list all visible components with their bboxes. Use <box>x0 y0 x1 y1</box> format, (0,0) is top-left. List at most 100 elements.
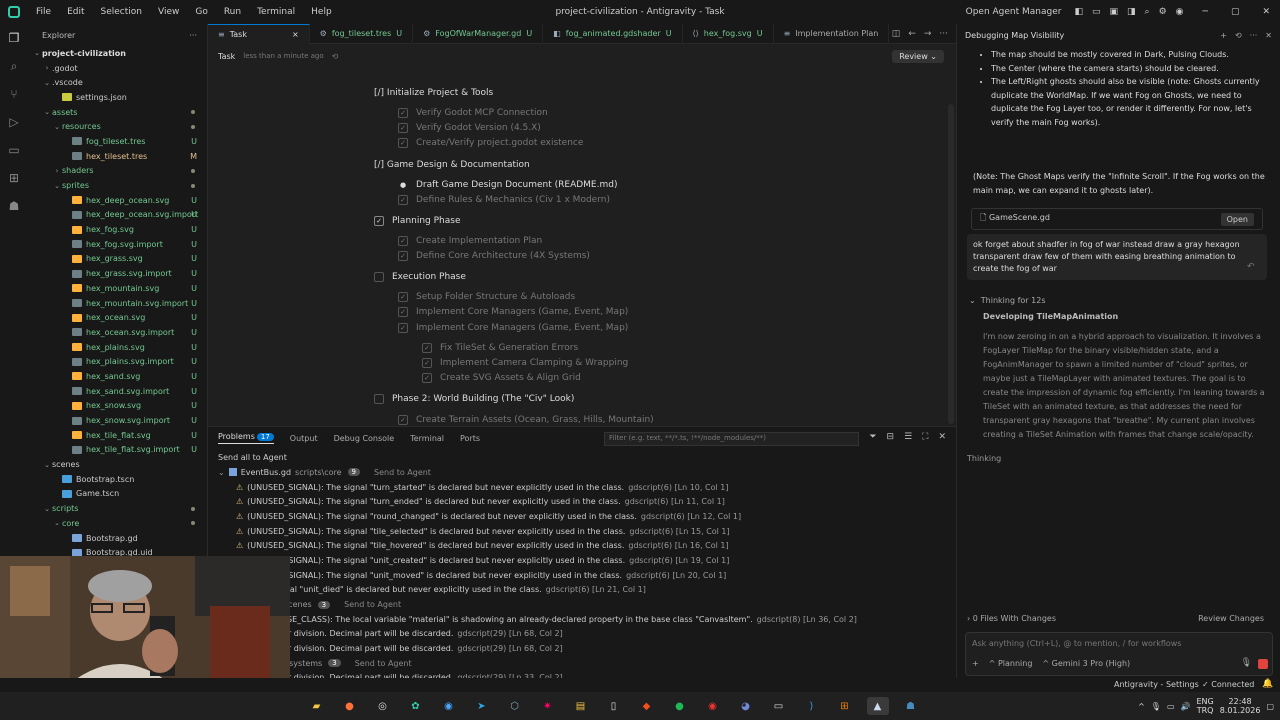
panel-tab-debug-console[interactable]: Debug Console <box>334 434 395 443</box>
checkbox[interactable] <box>374 272 384 282</box>
problem-row[interactable]: DIVISION): Integer division. Decimal par… <box>218 641 956 656</box>
menu-selection[interactable]: Selection <box>93 7 150 17</box>
microphone-icon[interactable]: 🎙 <box>1241 658 1252 668</box>
notifications-icon[interactable]: 🔔 <box>1262 679 1273 689</box>
panel-tab-ports[interactable]: Ports <box>460 434 480 443</box>
chat-input[interactable]: Ask anything (Ctrl+L), @ to mention, / f… <box>965 632 1273 676</box>
problem-row[interactable]: SIGNAL): The signal "unit_died" is decla… <box>218 583 956 598</box>
folder-item[interactable]: ⌄ scenes <box>28 457 207 472</box>
thinking-toggle[interactable]: ⌄ Thinking for 12s <box>969 296 1045 305</box>
close-tab-icon[interactable]: × <box>292 30 299 39</box>
layout-secondary-icon[interactable]: ◨ <box>1127 7 1136 17</box>
problem-row[interactable]: ED_VARIABLE_BASE_CLASS): The local varia… <box>218 612 956 627</box>
menu-go[interactable]: Go <box>187 7 215 17</box>
file-explorer-icon[interactable]: ▰ <box>306 697 328 715</box>
file-card[interactable]: 🗋 GameScene.gd Open <box>971 208 1263 230</box>
panel-tab-problems[interactable]: Problems 17 <box>218 432 274 444</box>
send-all-button[interactable]: Send all to Agent <box>208 449 956 465</box>
menu-view[interactable]: View <box>150 7 187 17</box>
godot-app-icon[interactable]: ⬡ <box>504 697 526 715</box>
godot-icon[interactable]: ☗ <box>0 192 28 220</box>
problem-row[interactable]: ⚠ (UNUSED_SIGNAL): The signal "tile_hover… <box>218 538 956 553</box>
remote-explorer-icon[interactable]: ▭ <box>0 136 28 164</box>
layout-panel-icon[interactable]: ▭ <box>1092 7 1101 17</box>
folder-item[interactable]: ⌄ .vscode <box>28 75 207 90</box>
task-item[interactable]: ✓ Implement Core Managers (Game, Event, M… <box>398 307 628 317</box>
tab-file[interactable]: ⚙ FogOfWarManager.gd U <box>413 23 544 44</box>
task-item[interactable]: ✓ Define Core Architecture (4X Systems) <box>398 251 590 261</box>
tray-chevron-icon[interactable]: ^ <box>1138 702 1145 711</box>
layout-editor-icon[interactable]: ▣ <box>1110 7 1119 17</box>
task-item[interactable]: ✓ Implement Core Managers (Game, Event, M… <box>398 323 628 333</box>
checkbox[interactable]: ✓ <box>398 108 408 118</box>
source-control-icon[interactable]: ⑂ <box>0 80 28 108</box>
task-item[interactable]: [/] Initialize Project & Tools <box>374 88 493 98</box>
task-item[interactable]: ✓ Create Terrain Assets (Ocean, Grass, Hi… <box>398 415 654 425</box>
task-item[interactable]: ✓ Verify Godot MCP Connection <box>398 108 548 118</box>
problem-row[interactable]: ⚠ (UNUSED_SIGNAL): The signal "round_chan… <box>218 509 956 524</box>
stop-button[interactable] <box>1258 659 1268 669</box>
task-item[interactable]: ● Draft Game Design Document (README.md) <box>398 180 618 190</box>
checkbox[interactable]: ✓ <box>398 307 408 317</box>
more-actions-icon[interactable]: ··· <box>939 29 948 39</box>
history-icon[interactable]: ⟲ <box>332 52 339 61</box>
menu-run[interactable]: Run <box>216 7 249 17</box>
problems-filter-input[interactable]: Filter (e.g. text, **/*.ts, !**/node_mod… <box>604 432 859 446</box>
mic-tray-icon[interactable]: 🎙 <box>1151 702 1161 711</box>
problem-row[interactable]: ⚠ (UNUSED_SIGNAL): The signal "turn_ended… <box>218 494 956 509</box>
network-icon[interactable]: ▭ <box>1167 702 1175 711</box>
chrome-icon[interactable]: ◉ <box>702 697 724 715</box>
problem-row[interactable]: DIVISION): Integer division. Decimal par… <box>218 627 956 642</box>
open-file-button[interactable]: Open <box>1220 212 1254 226</box>
problem-file-row[interactable]: ⌄gdscripts\scenes3Send to Agent <box>218 597 956 612</box>
send-to-agent-button[interactable]: Send to Agent <box>344 600 401 609</box>
nav-forward-icon[interactable]: → <box>924 29 932 39</box>
account-icon[interactable]: ◉ <box>1176 7 1184 17</box>
maximize-panel-icon[interactable]: ⛶ <box>922 432 928 442</box>
problem-file-row[interactable]: ⌄r.gdscripts\systems3Send to Agent <box>218 656 956 671</box>
settings-status[interactable]: Antigravity - Settings <box>1114 680 1199 689</box>
affinity-icon[interactable]: ✷ <box>537 697 559 715</box>
file-item[interactable]: hex_mountain.svg.import U <box>28 296 207 311</box>
file-item[interactable]: fog_tileset.tres U <box>28 134 207 149</box>
firefox-icon[interactable]: ● <box>339 697 361 715</box>
panel-tab-output[interactable]: Output <box>290 434 318 443</box>
minimize-icon[interactable]: ─ <box>1203 7 1208 17</box>
tab-file[interactable]: ◧ fog_animated.gdshader U <box>543 23 683 44</box>
antigravity-icon[interactable]: ▲ <box>866 697 889 715</box>
menu-terminal[interactable]: Terminal <box>249 7 303 17</box>
blue-app-icon[interactable]: ◉ <box>438 697 460 715</box>
checkbox[interactable]: ✓ <box>398 251 408 261</box>
problem-row[interactable]: ⚠ (UNUSED_SIGNAL): The signal "tile_selec… <box>218 524 956 539</box>
task-item[interactable]: Phase 2: World Building (The "Civ" Look) <box>374 394 574 404</box>
tab-task[interactable]: ≡ Task × <box>208 23 310 44</box>
file-item[interactable]: hex_sand.svg.import U <box>28 384 207 399</box>
menu-file[interactable]: File <box>28 7 59 17</box>
file-item[interactable]: hex_grass.svg.import U <box>28 266 207 281</box>
open-agent-manager-button[interactable]: Open Agent Manager <box>966 7 1062 17</box>
file-item[interactable]: Game.tscn <box>28 487 207 502</box>
maximize-icon[interactable]: ▢ <box>1231 7 1240 17</box>
task-item[interactable]: ✓ Fix TileSet & Generation Errors <box>422 343 578 353</box>
file-item[interactable]: hex_fog.svg U <box>28 222 207 237</box>
file-item[interactable]: Bootstrap.gd <box>28 531 207 546</box>
checkbox[interactable]: ✓ <box>374 216 384 226</box>
godot-engine-icon[interactable]: ☗ <box>900 697 922 715</box>
volume-icon[interactable]: 🔊 <box>1181 702 1191 711</box>
spotify-icon[interactable]: ● <box>669 697 691 715</box>
folder-item[interactable]: ⌄ resources <box>28 119 207 134</box>
file-item[interactable]: Bootstrap.tscn <box>28 472 207 487</box>
in-progress-checkbox[interactable]: ● <box>398 180 408 190</box>
mode-select[interactable]: ^ Planning <box>989 659 1033 668</box>
checkbox[interactable]: ✓ <box>422 343 432 353</box>
file-item[interactable]: hex_fog.svg.import U <box>28 237 207 252</box>
file-item[interactable]: hex_mountain.svg U <box>28 281 207 296</box>
close-panel-icon[interactable]: ✕ <box>938 432 946 442</box>
send-to-agent-button[interactable]: Send to Agent <box>355 659 412 668</box>
more-actions-icon[interactable]: ··· <box>189 31 197 40</box>
file-item[interactable]: hex_sand.svg U <box>28 369 207 384</box>
folder-item[interactable]: › .godot <box>28 61 207 76</box>
file-item[interactable]: hex_grass.svg U <box>28 252 207 267</box>
language-indicator[interactable]: ENG TRQ <box>1196 697 1213 715</box>
color-app-icon[interactable]: ✿ <box>405 697 427 715</box>
